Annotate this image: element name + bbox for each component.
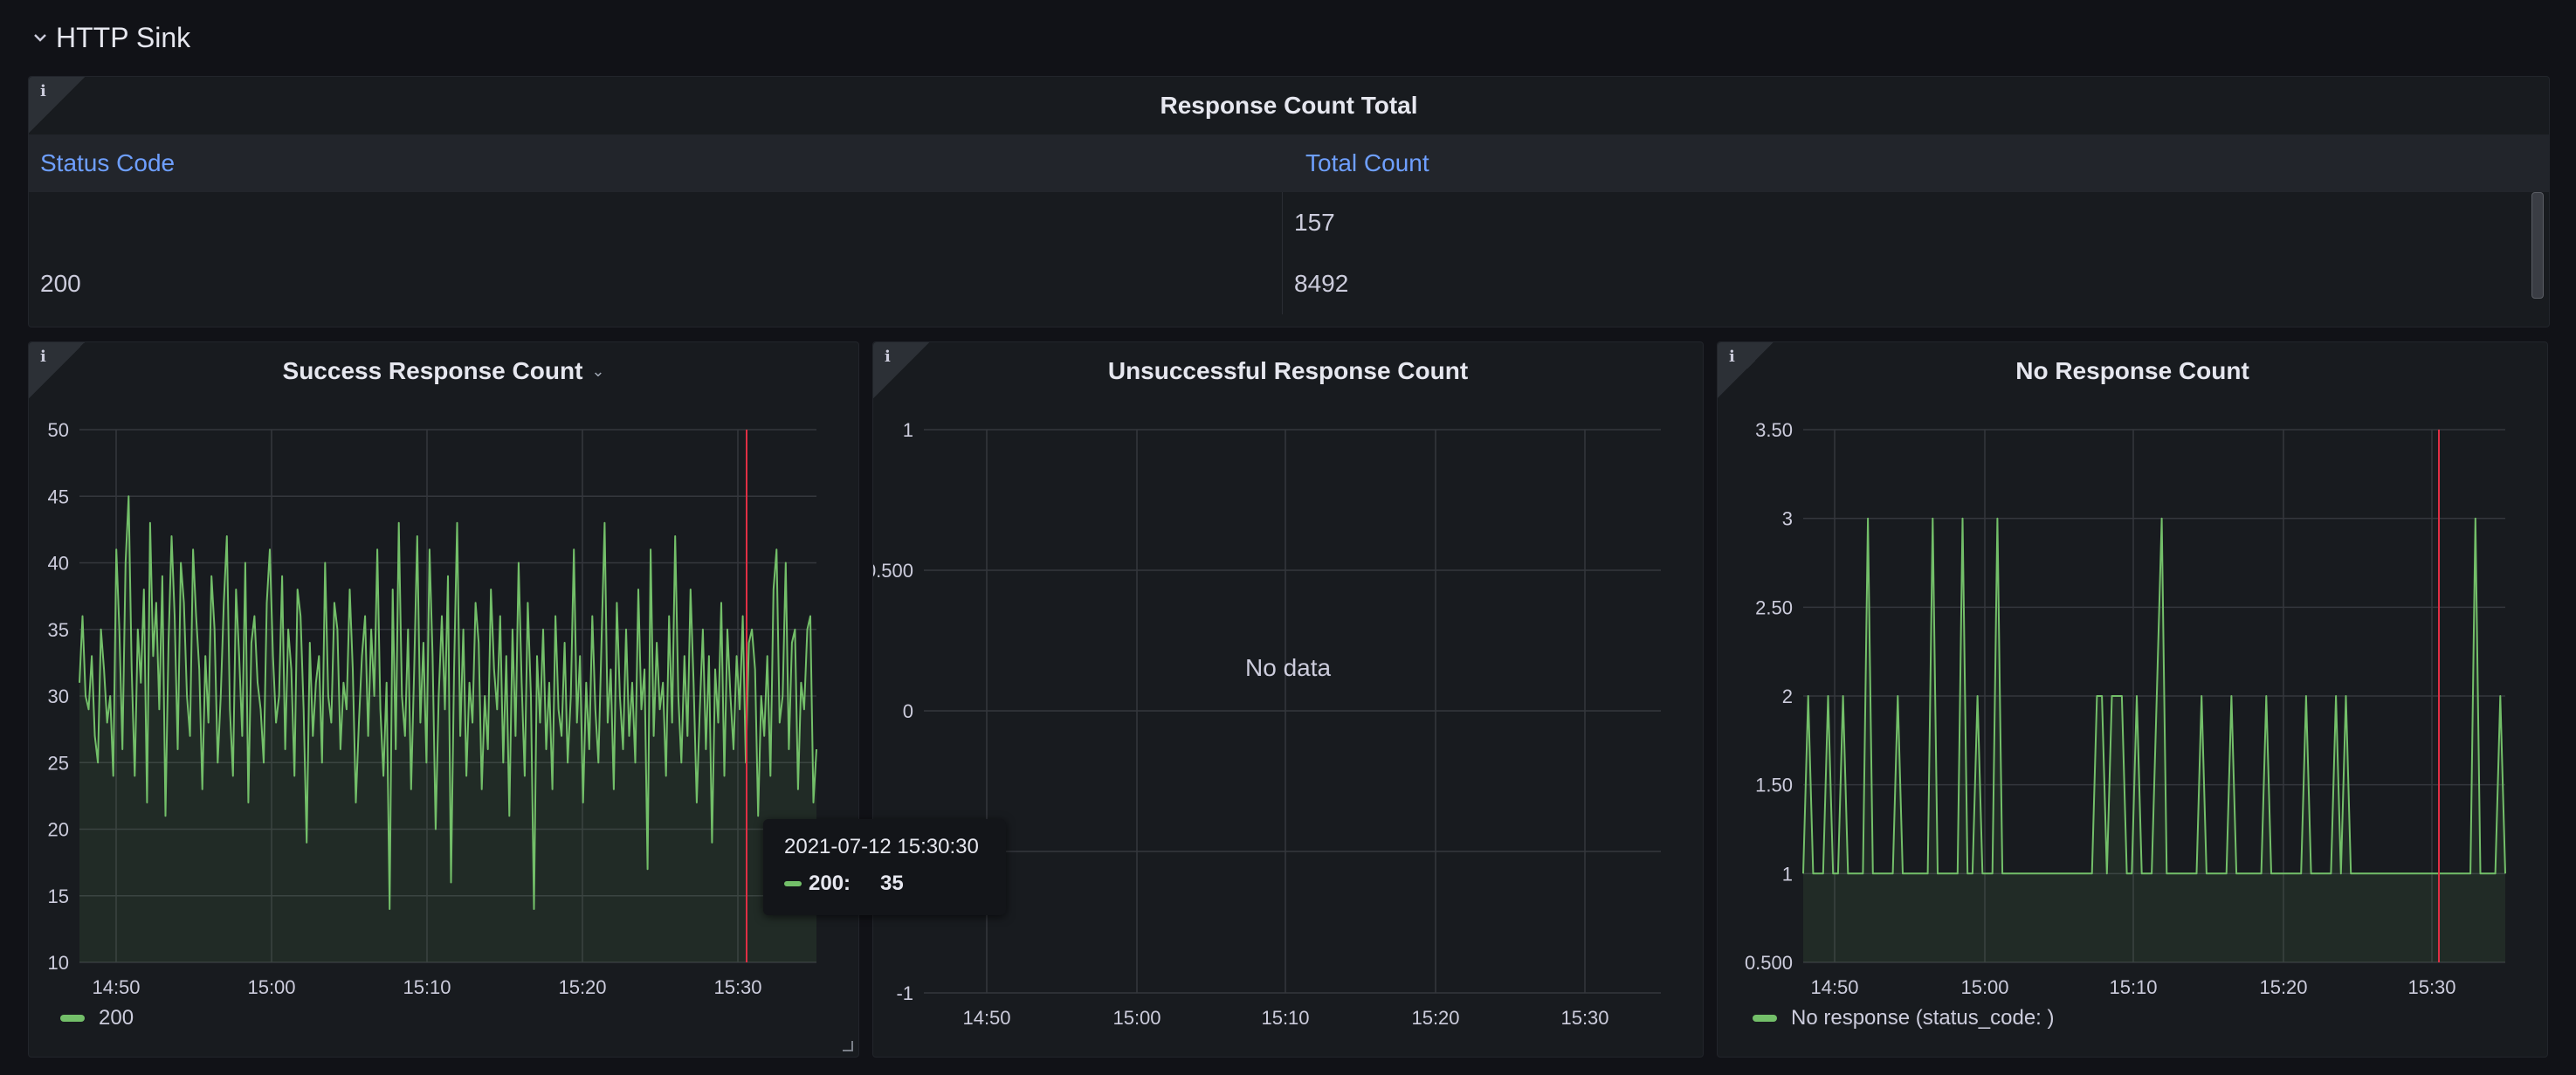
legend-swatch (60, 1015, 85, 1022)
x-tick-label: 15:20 (1411, 1007, 1459, 1029)
x-tick-label: 14:50 (962, 1007, 1010, 1029)
cell-status-code (29, 192, 1283, 253)
cell-total-count: 157 (1294, 209, 1335, 236)
y-tick-label: 40 (48, 553, 69, 575)
no-response-chart[interactable]: 3.50 3 2.50 2 1.50 1 0.500 14:50 15:00 15:10 15:20… (1718, 342, 2549, 1058)
y-tick-label: 2.50 (1755, 596, 1793, 618)
table-row: 157 (29, 192, 2535, 253)
chart-tooltip: 2021-07-12 15:30:30 200: 35 (763, 819, 1006, 915)
column-header-total-count[interactable]: Total Count (1294, 134, 2549, 192)
y-tick-label: 1 (903, 419, 913, 441)
y-tick-label: 3.50 (1755, 419, 1793, 441)
success-chart[interactable]: 10 15 20 25 30 35 40 45 50 14:50 15:00 15:10 15:20 15… (29, 342, 860, 1058)
legend-label: 200 (99, 1006, 134, 1030)
y-tick-label: 25 (48, 752, 69, 774)
series-area-fill (1803, 518, 2505, 962)
x-tick-label: 15:30 (713, 976, 761, 998)
unsuccessful-chart[interactable]: 1 0.500 0 -1 14:50 15:00 15:10 15:20 15:30 (873, 342, 1705, 1058)
x-tick-label: 15:00 (247, 976, 295, 998)
unsuccessful-chart-panel: i Unsuccessful Response Count 10.5000-11… (872, 341, 1704, 1058)
tooltip-row: 200: 35 (784, 872, 904, 896)
legend-item[interactable]: No response (status_code: ) (1753, 1006, 2055, 1030)
y-tick-label: 3 (1782, 508, 1793, 530)
x-tick-label: 15:20 (2259, 976, 2307, 998)
success-chart-panel: i Success Response Count ⌄ 10 15 20 25 30 35 40… (28, 341, 859, 1058)
x-tick-label: 15:20 (558, 976, 606, 998)
x-tick-label: 15:10 (1261, 1007, 1309, 1029)
y-tick-label: 0 (903, 700, 913, 722)
table-scrollbar[interactable] (2531, 192, 2544, 299)
x-tick-label: 15:00 (1112, 1007, 1161, 1029)
x-tick-label: 15:00 (1960, 976, 2008, 998)
y-tick-label: 0.500 (1745, 952, 1793, 974)
legend-swatch (1753, 1015, 1777, 1022)
y-tick-label: -1 (896, 982, 913, 1004)
table-panel: i Response Count Total Status Code Total… (28, 76, 2550, 327)
table-row: 200 8492 (29, 253, 2535, 314)
x-tick-label: 15:10 (403, 976, 451, 998)
y-tick-label: 15 (48, 885, 69, 907)
y-tick-label: 45 (48, 486, 69, 507)
y-tick-label: 0.500 (873, 560, 913, 582)
row-title: HTTP Sink (56, 21, 191, 53)
panel-title[interactable]: Response Count Total (29, 77, 2549, 134)
legend-label: No response (status_code: ) (1791, 1006, 2055, 1030)
resize-handle[interactable] (843, 1041, 853, 1051)
cell-status-code: 200 (29, 253, 1283, 314)
cell-total-count: 8492 (1294, 270, 1349, 297)
tooltip-time: 2021-07-12 15:30:30 (784, 835, 979, 858)
chevron-down-icon (34, 34, 46, 42)
x-tick-label: 14:50 (1810, 976, 1858, 998)
legend-item[interactable]: 200 (60, 1006, 134, 1030)
x-tick-label: 15:30 (2407, 976, 2455, 998)
y-tick-label: 50 (48, 419, 69, 441)
no-response-chart-panel: i No Response Count 3.50 3 2.50 2 1.50 1 0.500… (1717, 341, 2548, 1058)
x-tick-label: 14:50 (92, 976, 140, 998)
tooltip-value: 35 (880, 872, 904, 895)
table-header: Status Code Total Count (29, 134, 2549, 192)
y-tick-label: 35 (48, 619, 69, 641)
y-tick-label: 30 (48, 686, 69, 707)
y-tick-label: 1.50 (1755, 775, 1793, 796)
x-tick-label: 15:10 (2109, 976, 2157, 998)
tooltip-series: 200: (809, 872, 851, 895)
column-header-status-code[interactable]: Status Code (29, 134, 1294, 192)
no-data-text: No data (1245, 654, 1332, 681)
row-toggle-http-sink[interactable]: HTTP Sink (31, 16, 190, 59)
tooltip-swatch (784, 881, 802, 886)
y-tick-label: 1 (1782, 863, 1793, 885)
y-tick-label: 20 (48, 819, 69, 841)
x-tick-label: 15:30 (1560, 1007, 1608, 1029)
y-tick-label: 10 (48, 952, 69, 974)
y-tick-label: 2 (1782, 686, 1793, 707)
